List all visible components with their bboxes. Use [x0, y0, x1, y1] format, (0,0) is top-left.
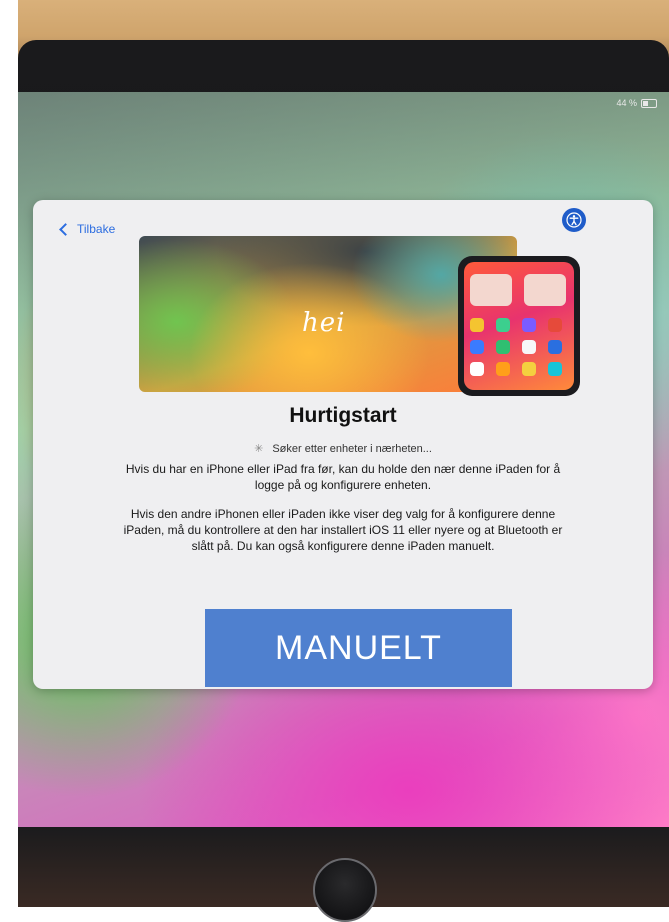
app-icon	[470, 318, 484, 332]
app-icon	[522, 318, 536, 332]
accessibility-button[interactable]	[562, 208, 586, 232]
search-status: ✳ Søker etter enheter i nærheten...	[33, 442, 653, 455]
back-button[interactable]: Tilbake	[59, 222, 116, 236]
back-label: Tilbake	[77, 222, 116, 236]
app-icon	[496, 318, 510, 332]
instruction-paragraph: Hvis du har en iPhone eller iPad fra før…	[125, 462, 561, 492]
iphone-illustration	[458, 256, 580, 396]
accessibility-icon	[566, 212, 582, 228]
battery-percentage: 44 %	[616, 98, 637, 108]
status-bar: 44 %	[616, 98, 657, 108]
search-status-text: Søker etter enheter i nærheten...	[272, 443, 432, 455]
widget	[470, 274, 512, 306]
spinner-icon: ✳	[254, 443, 264, 455]
app-icon	[496, 362, 510, 376]
app-icon	[548, 318, 562, 332]
home-button[interactable]	[313, 858, 377, 922]
hero-greeting: hei	[302, 308, 346, 338]
app-icon	[522, 362, 536, 376]
app-icon	[548, 362, 562, 376]
app-icon	[470, 362, 484, 376]
manual-setup-button[interactable]: MANUELT	[205, 609, 512, 687]
app-icon	[522, 340, 536, 354]
page-title: Hurtigstart	[289, 404, 397, 427]
instruction-paragraph: Hvis den andre iPhonen eller iPaden ikke…	[123, 507, 563, 553]
chevron-left-icon	[59, 222, 72, 236]
app-icon	[548, 340, 562, 354]
battery-icon	[641, 98, 657, 108]
widget	[524, 274, 566, 306]
app-icon	[470, 340, 484, 354]
app-icon	[496, 340, 510, 354]
iphone-screen	[464, 262, 574, 390]
